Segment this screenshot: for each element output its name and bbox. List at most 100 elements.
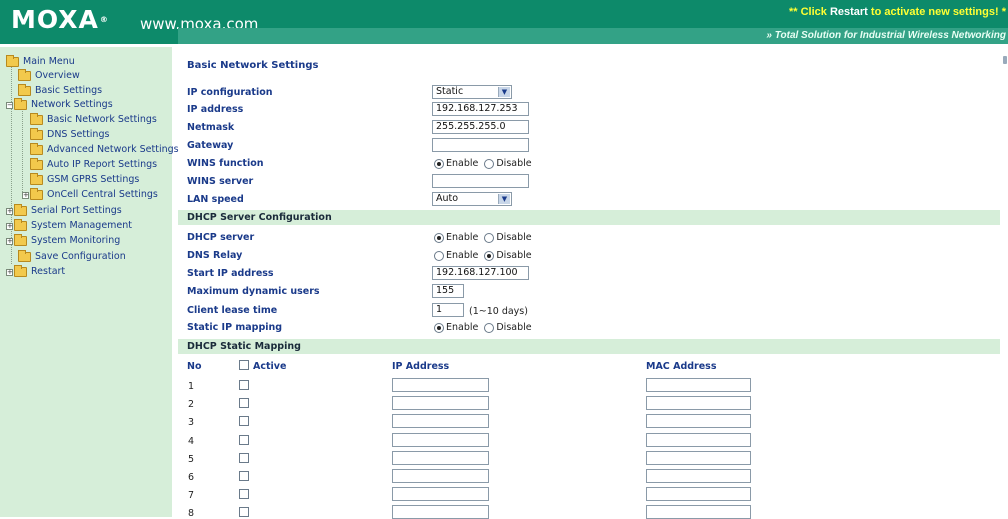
mapping-mac-input[interactable] [646,396,751,410]
sidebar-item-system-monitoring[interactable]: + System Monitoring [6,234,120,248]
dhcp-section-title: DHCP Server Configuration [187,212,332,223]
mapping-mac-input[interactable] [646,414,751,428]
mapping-active-checkbox[interactable] [239,398,249,408]
sidebar-item-network-settings[interactable]: − Network Settings [6,98,113,112]
sidebar-item-gsm-gprs-settings[interactable]: GSM GPRS Settings [30,173,139,187]
chevron-down-icon[interactable]: ▼ [498,87,510,97]
wins-server-input[interactable] [432,174,529,188]
sidebar-item-restart[interactable]: + Restart [6,265,65,279]
mapping-active-checkbox[interactable] [239,489,249,499]
minus-icon[interactable]: − [6,101,13,109]
wins-server-label: WINS server [187,176,254,187]
gateway-input[interactable] [432,138,529,152]
sidebar-item-save-configuration[interactable]: Save Configuration [18,250,126,264]
gateway-label: Gateway [187,140,234,151]
sidebar-item-label: GSM GPRS Settings [47,174,140,185]
ip-config-select[interactable]: Static ▼ [432,85,512,99]
sidebar-item-advanced-network-settings[interactable]: Advanced Network Settings [30,143,179,157]
enable-label: Enable [446,322,479,333]
enable-label: Enable [446,250,479,261]
mapping-active-checkbox[interactable] [239,471,249,481]
sidebar-item-basic-settings[interactable]: Basic Settings [18,84,102,98]
plus-icon[interactable]: + [22,191,29,199]
wins-function-radio-group: Enable Disable [434,158,538,170]
wins-enable-radio[interactable] [434,159,444,169]
active-all-checkbox[interactable] [239,360,249,370]
dns-relay-disable-radio[interactable] [484,251,495,261]
static-mapping-disable-radio[interactable] [484,323,495,333]
plus-icon[interactable]: + [6,207,13,215]
mapping-mac-input[interactable] [646,433,751,447]
plus-icon[interactable]: + [6,268,13,276]
col-header-ip-address: IP Address [392,361,450,372]
chevron-down-icon[interactable]: ▼ [498,194,510,204]
plus-icon[interactable]: + [6,222,13,230]
plus-icon[interactable]: + [6,237,13,245]
sidebar-item-system-management[interactable]: + System Management [6,219,132,233]
mapping-row-number: 2 [188,399,195,410]
ip-address-label: IP address [187,104,244,115]
lease-time-label: Client lease time [187,305,278,316]
ip-address-input[interactable]: 192.168.127.253 [432,102,529,116]
dhcp-server-radio-group: Enable Disable [434,232,538,244]
folder-icon [30,188,43,200]
start-ip-input[interactable]: 192.168.127.100 [432,266,529,280]
disable-label: Disable [496,322,532,333]
sidebar-item-overview[interactable]: Overview [18,69,80,83]
mapping-ip-input[interactable] [392,433,489,447]
static-mapping-radio-group: Enable Disable [434,322,538,334]
col-header-mac-address: MAC Address [646,361,717,372]
mapping-active-checkbox[interactable] [239,507,249,517]
tree-connector-line [22,108,23,192]
scrollbar-thumb[interactable] [1003,56,1007,64]
mapping-ip-input[interactable] [392,469,489,483]
mapping-ip-input[interactable] [392,487,489,501]
disable-label: Disable [496,232,532,243]
static-mapping-enable-radio[interactable] [434,323,444,333]
mapping-row-number: 6 [188,472,195,483]
folder-icon [18,250,31,262]
static-mapping-section-header: DHCP Static Mapping [178,339,1000,354]
mapping-row-number: 3 [188,417,195,428]
dhcp-section-header: DHCP Server Configuration [178,210,1000,225]
mapping-ip-input[interactable] [392,451,489,465]
folder-icon [14,98,27,110]
wins-disable-radio[interactable] [484,159,495,169]
sidebar-item-oncell-central-settings[interactable]: + OnCell Central Settings [22,188,158,202]
lan-speed-select[interactable]: Auto ▼ [432,192,512,206]
mapping-active-checkbox[interactable] [239,435,249,445]
tagline: » Total Solution for Industrial Wireless… [766,30,1006,41]
sidebar-item-auto-ip-report-settings[interactable]: Auto IP Report Settings [30,158,157,172]
max-users-label: Maximum dynamic users [187,286,320,297]
folder-icon [30,158,43,170]
col-header-no: No [187,361,202,372]
folder-icon [30,113,43,125]
wins-function-label: WINS function [187,158,264,169]
dhcp-disable-radio[interactable] [484,233,495,243]
mapping-mac-input[interactable] [646,487,751,501]
dhcp-enable-radio[interactable] [434,233,444,243]
mapping-active-checkbox[interactable] [239,416,249,426]
sidebar-item-label: Auto IP Report Settings [47,159,158,170]
mapping-ip-input[interactable] [392,414,489,428]
mapping-mac-input[interactable] [646,378,751,392]
dns-relay-enable-radio[interactable] [434,251,444,261]
mapping-mac-input[interactable] [646,469,751,483]
lease-time-input[interactable]: 1 [432,303,464,317]
sidebar-item-main-menu[interactable]: Main Menu [6,55,75,69]
sidebar-item-dns-settings[interactable]: DNS Settings [30,128,109,142]
sidebar-item-basic-network-settings[interactable]: Basic Network Settings [30,113,157,127]
mapping-ip-input[interactable] [392,378,489,392]
ip-config-value: Static [436,86,464,97]
mapping-active-checkbox[interactable] [239,380,249,390]
sidebar-item-label: Network Settings [31,99,113,110]
netmask-input[interactable]: 255.255.255.0 [432,120,529,134]
mapping-ip-input[interactable] [392,396,489,410]
mapping-active-checkbox[interactable] [239,453,249,463]
sidebar-item-serial-port-settings[interactable]: + Serial Port Settings [6,204,122,218]
max-users-input[interactable]: 155 [432,284,464,298]
mapping-mac-input[interactable] [646,451,751,465]
sidebar-item-label: Advanced Network Settings [47,144,179,155]
registered-mark: ® [99,15,109,24]
sidebar-item-label: Serial Port Settings [31,205,122,216]
